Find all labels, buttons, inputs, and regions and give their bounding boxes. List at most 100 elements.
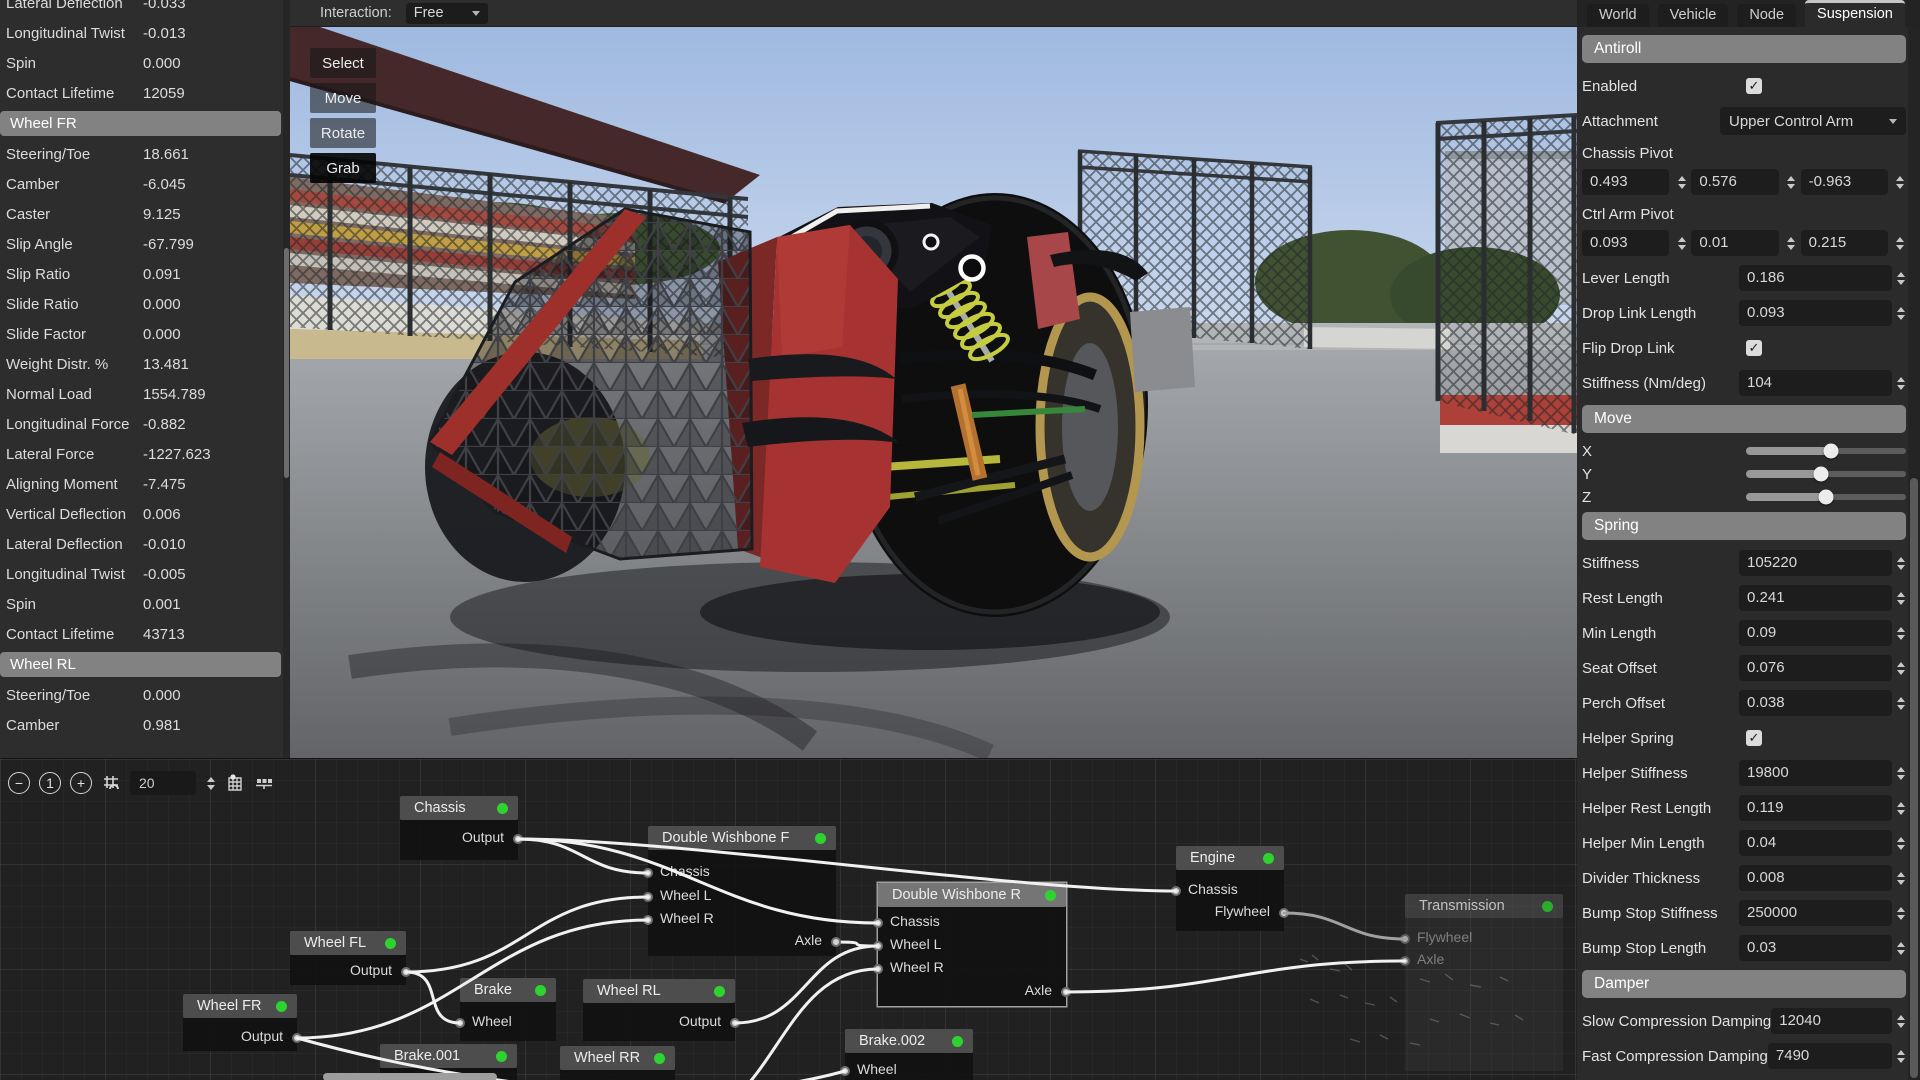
vector-y-input[interactable]: 0.576	[1691, 169, 1778, 195]
stepper[interactable]	[1786, 176, 1797, 189]
port-wheel[interactable]	[455, 1018, 465, 1028]
port-flywheel[interactable]	[1400, 934, 1410, 944]
port-flywheel[interactable]	[1279, 908, 1289, 918]
wheel-section-header[interactable]: Wheel FR	[0, 111, 281, 136]
slider-handle[interactable]	[1823, 444, 1838, 459]
stepper[interactable]	[1895, 1050, 1906, 1063]
stepper[interactable]	[1895, 272, 1906, 285]
number-input[interactable]: 0.186	[1739, 265, 1892, 291]
number-input[interactable]: 0.093	[1739, 300, 1892, 326]
port-output[interactable]	[513, 834, 523, 844]
axis-slider[interactable]	[1746, 448, 1906, 454]
grid-size-stepper[interactable]	[205, 777, 216, 790]
stepper[interactable]	[1895, 557, 1906, 570]
port-wheel-r[interactable]	[643, 915, 653, 925]
number-input[interactable]: 0.119	[1739, 795, 1892, 821]
section-header[interactable]: Damper	[1582, 970, 1906, 998]
port-axle[interactable]	[831, 937, 841, 947]
zoom-reset-button[interactable]: 1	[39, 772, 61, 794]
node-wfr[interactable]: Wheel FROutput	[183, 994, 297, 1051]
port-chassis[interactable]	[643, 868, 653, 878]
port-output[interactable]	[292, 1033, 302, 1043]
node-engine[interactable]: EngineChassisFlywheel	[1176, 846, 1284, 931]
stepper[interactable]	[1676, 237, 1687, 250]
section-header[interactable]: Spring	[1582, 512, 1906, 540]
stepper[interactable]	[1895, 802, 1906, 815]
port-wheel-l[interactable]	[873, 941, 883, 951]
number-input[interactable]: 105220	[1739, 550, 1892, 576]
stepper[interactable]	[1895, 1015, 1906, 1028]
port-wheel-l[interactable]	[643, 892, 653, 902]
inspector-tab[interactable]: World	[1587, 4, 1649, 27]
node-trans[interactable]: TransmissionFlywheelAxle	[1405, 894, 1563, 1071]
scrollbar-thumb[interactable]	[284, 248, 289, 478]
slider-handle[interactable]	[1819, 490, 1834, 505]
vector-x-input[interactable]: 0.493	[1582, 169, 1669, 195]
interaction-dropdown[interactable]: Free	[406, 3, 488, 24]
number-input[interactable]: 7490	[1768, 1043, 1892, 1069]
section-header[interactable]: Move	[1582, 405, 1906, 433]
align-nodes-icon[interactable]	[254, 773, 274, 793]
node-wrr[interactable]: Wheel RR	[560, 1046, 675, 1080]
zoom-out-button[interactable]: −	[8, 772, 30, 794]
port-chassis[interactable]	[1171, 886, 1181, 896]
port-output[interactable]	[730, 1018, 740, 1028]
left-panel-scrollbar[interactable]	[283, 0, 290, 758]
port-axle[interactable]	[1400, 956, 1410, 966]
number-input[interactable]: 0.241	[1739, 585, 1892, 611]
inspector-tab[interactable]: Vehicle	[1658, 4, 1729, 27]
stepper[interactable]	[1895, 942, 1906, 955]
zoom-in-button[interactable]: +	[70, 772, 92, 794]
number-input[interactable]: 104	[1739, 370, 1892, 396]
number-input[interactable]: 250000	[1739, 900, 1892, 926]
number-input[interactable]: 19800	[1739, 760, 1892, 786]
stepper[interactable]	[1895, 592, 1906, 605]
node-brake[interactable]: BrakeWheel	[460, 978, 556, 1041]
number-input[interactable]: 0.09	[1739, 620, 1892, 646]
vector-x-input[interactable]: 0.093	[1582, 230, 1669, 256]
node-dwr[interactable]: Double Wishbone RChassisWheel LWheel RAx…	[878, 883, 1066, 1006]
viewport-3d-scene[interactable]	[290, 27, 1577, 758]
stepper[interactable]	[1895, 767, 1906, 780]
stepper[interactable]	[1895, 907, 1906, 920]
stepper[interactable]	[1895, 307, 1906, 320]
number-input[interactable]: 0.076	[1739, 655, 1892, 681]
stepper[interactable]	[1895, 697, 1906, 710]
inspector-tab[interactable]: Node	[1737, 4, 1796, 27]
snap-icon[interactable]	[101, 773, 121, 793]
checkbox[interactable]	[1746, 78, 1762, 94]
stepper[interactable]	[1786, 237, 1797, 250]
number-input[interactable]: 0.008	[1739, 865, 1892, 891]
number-input[interactable]: 0.03	[1739, 935, 1892, 961]
port-output[interactable]	[401, 967, 411, 977]
vector-y-input[interactable]: 0.01	[1691, 230, 1778, 256]
vector-z-input[interactable]: 0.215	[1801, 230, 1888, 256]
viewport-tool-button[interactable]: Move	[310, 83, 376, 113]
viewport-tool-button[interactable]: Grab	[310, 153, 376, 183]
node-editor-hscrollbar[interactable]	[323, 1073, 497, 1080]
node-dwf[interactable]: Double Wishbone FChassisWheel LWheel RAx…	[648, 826, 836, 956]
checkbox[interactable]	[1746, 730, 1762, 746]
stepper[interactable]	[1895, 837, 1906, 850]
stepper[interactable]	[1895, 176, 1906, 189]
node-wfl[interactable]: Wheel FLOutput	[290, 931, 406, 985]
checkbox[interactable]	[1746, 340, 1762, 356]
number-input[interactable]: 12040	[1771, 1008, 1892, 1034]
number-input[interactable]: 0.038	[1739, 690, 1892, 716]
port-wheel-r[interactable]	[873, 964, 883, 974]
gizmo-ring[interactable]	[961, 257, 984, 280]
node-wrl[interactable]: Wheel RLOutput	[583, 979, 735, 1041]
scrollbar-thumb[interactable]	[1910, 478, 1918, 1078]
inspector-tab[interactable]: Suspension	[1805, 0, 1905, 27]
viewport-tool-button[interactable]: Rotate	[310, 118, 376, 148]
viewport-tool-button[interactable]: Select	[310, 48, 376, 78]
right-panel-scrollbar[interactable]	[1908, 27, 1920, 1080]
stepper[interactable]	[1895, 627, 1906, 640]
axis-slider[interactable]	[1746, 471, 1906, 477]
stepper[interactable]	[1895, 237, 1906, 250]
section-header[interactable]: Antiroll	[1582, 35, 1906, 63]
port-axle[interactable]	[1061, 987, 1071, 997]
stepper[interactable]	[1895, 377, 1906, 390]
node-chassis[interactable]: ChassisOutput	[400, 796, 518, 860]
gizmo-ring-small[interactable]	[924, 235, 938, 249]
